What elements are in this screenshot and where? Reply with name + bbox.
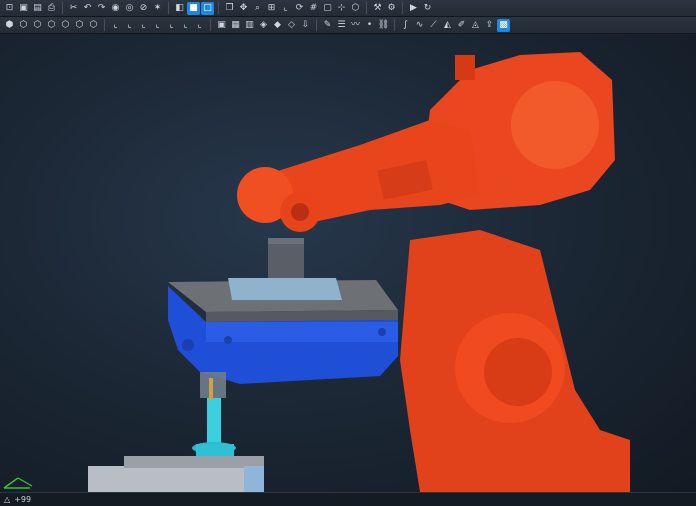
- lighting-icon[interactable]: ✶: [151, 2, 164, 15]
- library-icon[interactable]: ▥: [243, 19, 256, 32]
- tool-icon[interactable]: ⚒: [371, 2, 384, 15]
- hide-icon[interactable]: ⊘: [137, 2, 150, 15]
- frame-base-icon[interactable]: ⌞: [165, 19, 178, 32]
- status-bar: △ +99: [0, 492, 696, 506]
- iso-view-icon[interactable]: ⬢: [3, 19, 16, 32]
- toolbar-separator: [218, 2, 219, 14]
- edge-icon[interactable]: ⟋: [427, 19, 440, 32]
- front-view-icon[interactable]: ⬡: [17, 19, 30, 32]
- toolbar-separator: [104, 19, 105, 31]
- toolbar-separator: [366, 2, 367, 14]
- layout-icon[interactable]: ▣: [215, 19, 228, 32]
- triangle-icon: △: [4, 495, 11, 504]
- zoom-icon[interactable]: ⌕: [251, 2, 264, 15]
- new-file-icon[interactable]: ▣: [17, 2, 30, 15]
- import-icon[interactable]: ⇩: [299, 19, 312, 32]
- toolbar-separator: [402, 2, 403, 14]
- back-view-icon[interactable]: ⬡: [31, 19, 44, 32]
- program-icon[interactable]: ☰: [335, 19, 348, 32]
- point-icon[interactable]: •: [363, 19, 376, 32]
- assembly-icon[interactable]: ◇: [285, 19, 298, 32]
- rotate-icon[interactable]: ⟳: [293, 2, 306, 15]
- undo-icon[interactable]: ↶: [81, 2, 94, 15]
- spline-icon[interactable]: ∿: [413, 19, 426, 32]
- measure-icon[interactable]: ⌞: [279, 2, 292, 15]
- top-view-icon[interactable]: ⬡: [73, 19, 86, 32]
- wireframe-view-icon[interactable]: □: [201, 1, 214, 15]
- visibility-icon[interactable]: ◉: [109, 2, 122, 15]
- bottom-view-icon[interactable]: ⬡: [87, 19, 100, 32]
- open-file-icon[interactable]: ⊡: [3, 2, 16, 15]
- catalog-icon[interactable]: ▦: [229, 19, 242, 32]
- frame-icon[interactable]: ▢: [321, 2, 334, 15]
- surface-icon[interactable]: ◭: [441, 19, 454, 32]
- frame-tool-icon[interactable]: ⌞: [179, 19, 192, 32]
- toolbar-separator: [168, 2, 169, 14]
- grid-icon[interactable]: #: [307, 2, 320, 15]
- solid-view-icon[interactable]: ■: [187, 1, 200, 15]
- zoom-fit-icon[interactable]: ⊞: [265, 2, 278, 15]
- axis-triad-icon: [3, 477, 33, 489]
- pan-icon[interactable]: ✥: [237, 2, 250, 15]
- left-view-icon[interactable]: ⬡: [45, 19, 58, 32]
- axis-icon[interactable]: ⊹: [335, 2, 348, 15]
- copy-icon[interactable]: ❐: [223, 2, 236, 15]
- main-toolbar: ⊡ ▣ ▤ ⎙ ✂ ↶ ↷ ◉ ◎ ⊘ ✶ ◧ ■ □ ❐ ✥ ⌕ ⊞ ⌞ ⟳ # ▢ ⊹ ⬡ ⚒ ⚙ ▶ ↻: [0, 0, 696, 17]
- cube-icon[interactable]: ⬡: [349, 2, 362, 15]
- toolbar-separator: [316, 19, 317, 31]
- frame-world-icon[interactable]: ⌞: [151, 19, 164, 32]
- display-icon[interactable]: ▩: [497, 18, 510, 32]
- part-icon[interactable]: ◆: [271, 19, 284, 32]
- frame-xy-icon[interactable]: ⌞: [109, 19, 122, 32]
- coords-readout: +99: [14, 495, 32, 504]
- robot-flange: [268, 238, 304, 284]
- jog-icon[interactable]: ↻: [421, 2, 434, 15]
- 3d-viewport[interactable]: [0, 35, 696, 492]
- frame-yz-icon[interactable]: ⌞: [123, 19, 136, 32]
- path-icon[interactable]: 〰: [349, 19, 362, 32]
- frame-zx-icon[interactable]: ⌞: [137, 19, 150, 32]
- paint-icon[interactable]: ◬: [469, 19, 482, 32]
- right-view-icon[interactable]: ⬡: [59, 19, 72, 32]
- export-icon[interactable]: ⇪: [483, 19, 496, 32]
- save-icon[interactable]: ▤: [31, 2, 44, 15]
- cut-icon[interactable]: ✂: [67, 2, 80, 15]
- curve-icon[interactable]: ∫: [399, 19, 412, 32]
- toolbar-separator: [62, 2, 63, 14]
- frame-user-icon[interactable]: ⌞: [193, 19, 206, 32]
- eye-icon[interactable]: ◎: [123, 2, 136, 15]
- view-toolbar: ⬢ ⬡ ⬡ ⬡ ⬡ ⬡ ⬡ ⌞ ⌞ ⌞ ⌞ ⌞ ⌞ ⌞ ▣ ▦ ▥ ◈ ◆ ◇ ⇩ ✎ ☰ 〰 • ⛓ ∫ ∿ ⟋ ◭ ✐ ◬ ⇪ ▩: [0, 17, 696, 34]
- toolbar-separator: [210, 19, 211, 31]
- print-icon[interactable]: ⎙: [45, 2, 58, 15]
- teach-icon[interactable]: ✎: [321, 19, 334, 32]
- fixture-table: [88, 466, 264, 492]
- component-icon[interactable]: ◈: [257, 19, 270, 32]
- robot-icon[interactable]: ⚙: [385, 2, 398, 15]
- shaded-icon[interactable]: ◧: [173, 2, 186, 15]
- link-icon[interactable]: ⛓: [377, 19, 390, 32]
- tool-stand-column: [207, 398, 221, 446]
- robot-cell-scene: [3, 52, 630, 492]
- redo-icon[interactable]: ↷: [95, 2, 108, 15]
- toolbar-separator: [394, 19, 395, 31]
- simulation-icon[interactable]: ▶: [407, 2, 420, 15]
- brush-icon[interactable]: ✐: [455, 19, 468, 32]
